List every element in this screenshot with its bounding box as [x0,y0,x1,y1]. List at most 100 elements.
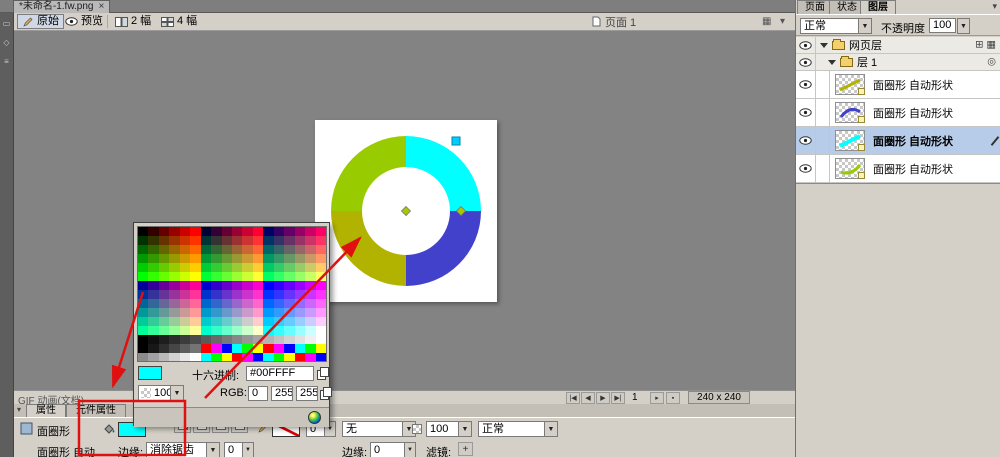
swatch[interactable] [180,290,190,299]
swatch[interactable] [316,290,326,299]
swatch[interactable] [180,299,190,308]
swatch[interactable] [316,353,326,362]
swatch[interactable] [284,236,294,245]
swatch[interactable] [253,317,263,326]
swatch[interactable] [305,290,315,299]
swatch[interactable] [263,308,273,317]
swatch[interactable] [274,335,284,344]
swatch[interactable] [222,281,232,290]
swatch[interactable] [253,353,263,362]
layer-group-row[interactable]: 层 1 ◎ [796,54,1000,71]
swatch[interactable] [169,344,179,353]
swatch[interactable] [295,290,305,299]
swatch[interactable] [169,263,179,272]
swatch[interactable] [274,245,284,254]
swatch[interactable] [211,308,221,317]
swatch[interactable] [169,317,179,326]
swatch[interactable] [159,299,169,308]
swatch[interactable] [211,272,221,281]
swatch[interactable] [148,344,158,353]
swatch[interactable] [180,317,190,326]
swatch[interactable] [211,254,221,263]
tools-strip[interactable]: ▭ ◇ ≡ [0,13,14,457]
swatch[interactable] [295,263,305,272]
swatch[interactable] [159,326,169,335]
swatch[interactable] [180,344,190,353]
swatch[interactable] [180,227,190,236]
swatch[interactable] [148,245,158,254]
collapse-chevron-icon[interactable]: ▾ [17,405,21,414]
tab-properties[interactable]: 属性 [26,404,66,417]
swatch[interactable] [138,335,148,344]
swatch[interactable] [263,299,273,308]
swatch[interactable] [180,308,190,317]
swatch[interactable] [159,317,169,326]
original-view-button[interactable]: 原始 [17,14,64,29]
swatch[interactable] [253,326,263,335]
swatch[interactable] [305,245,315,254]
swatch[interactable] [242,326,252,335]
swatch[interactable] [232,317,242,326]
swatch[interactable] [169,290,179,299]
swatch[interactable] [211,353,221,362]
swatch[interactable] [211,299,221,308]
visibility-eye-icon[interactable] [796,37,816,53]
swatch[interactable] [242,254,252,263]
center-handle-icon[interactable] [402,207,411,216]
swatch[interactable] [222,335,232,344]
swatch[interactable] [190,317,200,326]
swatch[interactable] [263,290,273,299]
swatch[interactable] [138,299,148,308]
swatch[interactable] [295,272,305,281]
swatch[interactable] [222,290,232,299]
swatch[interactable] [316,236,326,245]
swatch[interactable] [169,254,179,263]
swatch[interactable] [169,335,179,344]
swatch[interactable] [242,272,252,281]
swatch[interactable] [169,353,179,362]
swatch[interactable] [242,245,252,254]
swatch[interactable] [169,281,179,290]
swatch[interactable] [274,290,284,299]
swatch[interactable] [138,281,148,290]
swatch[interactable] [159,254,169,263]
swatch[interactable] [169,227,179,236]
visibility-eye-icon[interactable] [796,127,816,154]
swatch[interactable] [232,263,242,272]
swatch[interactable] [138,263,148,272]
swatch[interactable] [295,299,305,308]
swatch[interactable] [232,236,242,245]
swatch[interactable] [263,254,273,263]
swatch[interactable] [232,290,242,299]
edge-select[interactable]: 消除锯齿 ▼ [146,442,220,457]
swatch[interactable] [138,272,148,281]
swatch[interactable] [148,227,158,236]
layer-thumbnail[interactable] [835,158,865,179]
swatch[interactable] [159,263,169,272]
object-opacity-select[interactable]: 100 ▼ [426,421,472,437]
swatch[interactable] [148,272,158,281]
swatch[interactable] [138,245,148,254]
swatch[interactable] [211,245,221,254]
swatch[interactable] [211,236,221,245]
swatch[interactable] [263,353,273,362]
swatch[interactable] [284,344,294,353]
swatch[interactable] [316,281,326,290]
swatch[interactable] [232,308,242,317]
swatch[interactable] [263,272,273,281]
swatch[interactable] [201,272,211,281]
swatch[interactable] [201,317,211,326]
swatch[interactable] [253,335,263,344]
swatch[interactable] [190,281,200,290]
swatch[interactable] [316,245,326,254]
swatch[interactable] [159,308,169,317]
swatch[interactable] [274,317,284,326]
two-up-view-button[interactable]: 2 幅 [111,14,155,29]
rgb-b-input[interactable]: 255 [296,386,318,401]
swatch[interactable] [295,326,305,335]
panel-menu-icon[interactable]: ▾ [992,1,997,12]
swatch[interactable] [211,335,221,344]
tab-layers[interactable]: 图层 [860,0,896,14]
swatch[interactable] [316,272,326,281]
swatch[interactable] [232,254,242,263]
